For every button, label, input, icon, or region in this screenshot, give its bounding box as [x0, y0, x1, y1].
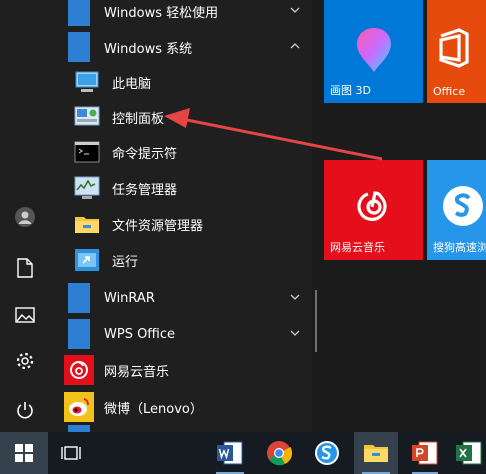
- sogou-browser-icon: [315, 441, 339, 465]
- excel-icon: [456, 441, 482, 465]
- taskbar: [0, 432, 486, 474]
- taskbar-sogou-browser[interactable]: [306, 432, 348, 474]
- chevron-down-icon: [290, 7, 300, 13]
- sogou-browser-icon: [443, 186, 483, 226]
- app-list-item-run[interactable]: 运行: [50, 242, 312, 278]
- weibo-icon: [64, 392, 94, 422]
- app-label: WinRAR: [104, 290, 155, 306]
- app-list-item-task-manager[interactable]: 任务管理器: [50, 170, 312, 206]
- app-list-item-file-explorer[interactable]: 文件资源管理器: [50, 206, 312, 242]
- folder-icon: [68, 425, 90, 432]
- tile-label: Office: [433, 85, 466, 98]
- tiles-area: 画图 3D Office 网易云音乐 搜狗高速浏: [318, 0, 486, 432]
- taskbar-chrome[interactable]: [258, 432, 300, 474]
- file-explorer-icon: [364, 445, 388, 462]
- folder-icon: [68, 319, 90, 349]
- netease-music-icon: [64, 355, 94, 385]
- office-icon: [439, 28, 469, 68]
- chevron-down-icon: [290, 294, 300, 300]
- app-list-item-windows-ease-of-access[interactable]: Windows 轻松使用: [50, 0, 312, 29]
- tile-paint-3d[interactable]: 画图 3D: [324, 0, 423, 103]
- app-label: 微博（Lenovo）: [104, 401, 203, 417]
- documents-icon[interactable]: [13, 256, 37, 280]
- start-button[interactable]: [0, 432, 48, 474]
- settings-gear-icon[interactable]: [13, 349, 37, 373]
- folder-icon: [68, 32, 90, 62]
- run-icon: [72, 245, 102, 275]
- taskbar-word[interactable]: [208, 432, 252, 474]
- tile-netease-music[interactable]: 网易云音乐: [324, 160, 423, 260]
- app-list-item-winrar[interactable]: WinRAR: [50, 280, 312, 316]
- cmd-icon: [72, 137, 102, 167]
- app-label: 控制面板: [112, 111, 165, 127]
- app-list: Windows 轻松使用 Windows 系统 此电脑 控制面板 命令提示符 任…: [50, 0, 312, 432]
- taskbar-file-explorer[interactable]: [354, 432, 398, 474]
- app-label: WPS Office: [104, 326, 176, 342]
- file-explorer-icon: [72, 209, 102, 239]
- chrome-icon: [267, 441, 292, 466]
- tile-label: 搜狗高速浏: [433, 241, 486, 254]
- start-left-rail: [0, 0, 50, 432]
- tile-label: 画图 3D: [330, 84, 371, 97]
- paint-3d-icon: [357, 28, 391, 72]
- tile-sogou-browser[interactable]: 搜狗高速浏: [427, 160, 486, 260]
- app-label: 任务管理器: [112, 182, 178, 198]
- app-list-item-command-prompt[interactable]: 命令提示符: [50, 134, 312, 170]
- user-avatar-icon[interactable]: [13, 205, 37, 229]
- app-list-item-this-pc[interactable]: 此电脑: [50, 64, 312, 100]
- app-label: 命令提示符: [112, 146, 178, 162]
- app-label: Windows 系统: [104, 41, 193, 57]
- folder-icon: [68, 0, 90, 26]
- taskbar-powerpoint[interactable]: [404, 432, 446, 474]
- powerpoint-icon: [412, 441, 438, 465]
- pictures-icon[interactable]: [13, 303, 37, 327]
- app-list-item-control-panel[interactable]: 控制面板: [50, 99, 312, 135]
- app-label: 运行: [112, 254, 139, 270]
- task-view-icon: [61, 446, 81, 460]
- taskbar-excel[interactable]: [452, 432, 486, 474]
- control-panel-icon: [72, 102, 102, 132]
- netease-music-icon: [357, 191, 387, 221]
- app-label: 网易云音乐: [104, 364, 170, 380]
- app-list-item-partial: [50, 425, 312, 432]
- tile-office[interactable]: Office: [427, 0, 486, 103]
- windows-logo-icon: [15, 444, 33, 462]
- app-label: 文件资源管理器: [112, 218, 204, 234]
- power-icon[interactable]: [13, 398, 37, 422]
- chevron-up-icon: [290, 43, 300, 49]
- task-view-button[interactable]: [50, 432, 92, 474]
- task-manager-icon: [72, 173, 102, 203]
- app-list-item-windows-system[interactable]: Windows 系统: [50, 29, 312, 65]
- app-list-item-weibo[interactable]: 微博（Lenovo）: [50, 389, 312, 425]
- app-label: Windows 轻松使用: [104, 5, 219, 21]
- app-list-scrollbar[interactable]: [315, 290, 317, 352]
- word-icon: [217, 441, 243, 465]
- app-label: 此电脑: [112, 76, 152, 92]
- app-list-item-netease-music[interactable]: 网易云音乐: [50, 352, 312, 388]
- app-list-item-wps-office[interactable]: WPS Office: [50, 316, 312, 352]
- folder-icon: [68, 283, 90, 313]
- chevron-down-icon: [290, 330, 300, 336]
- tile-label: 网易云音乐: [330, 241, 385, 254]
- computer-icon: [72, 67, 102, 97]
